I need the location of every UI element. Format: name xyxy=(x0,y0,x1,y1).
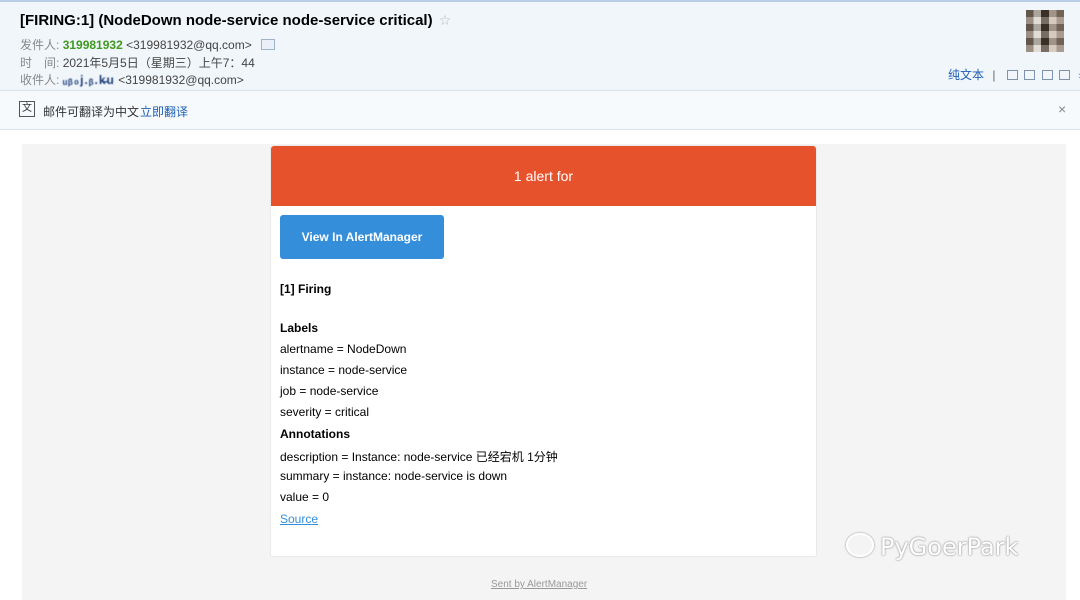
translate-bar: 文 邮件可翻译为中文 立即翻译 × xyxy=(0,91,1080,130)
translate-icon: 文 xyxy=(19,101,35,117)
alert-card: 1 alert for View In AlertManager [1] Fir… xyxy=(270,145,817,557)
watermark-text: PyGoerPark xyxy=(880,533,1019,561)
from-label: 发件人: xyxy=(20,38,60,52)
close-icon[interactable]: × xyxy=(1058,101,1066,117)
view-in-alertmanager-button[interactable]: View In AlertManager xyxy=(280,215,444,259)
toolbar-separator: | xyxy=(992,68,996,82)
label-line: instance = node-service xyxy=(280,363,408,377)
annotations-heading: Annotations xyxy=(280,427,350,441)
source-row: Source xyxy=(280,512,318,526)
print-preview-icon[interactable] xyxy=(1041,70,1053,80)
header-toolbar: 纯文本 | » xyxy=(948,66,1080,83)
time-label: 时 间: xyxy=(20,56,60,70)
label-line: job = node-service xyxy=(280,384,379,398)
label-line: alertname = NodeDown xyxy=(280,342,407,356)
translate-message: 邮件可翻译为中文 xyxy=(43,105,140,119)
annotation-line: value = 0 xyxy=(280,490,330,504)
label-line: severity = critical xyxy=(280,405,370,419)
labels-heading: Labels xyxy=(280,321,319,335)
alert-banner: 1 alert for xyxy=(271,146,816,206)
new-window-icon[interactable] xyxy=(1006,70,1018,80)
email-header: [FIRING:1] (NodeDown node-service node-s… xyxy=(0,2,1080,91)
contact-card-icon[interactable] xyxy=(261,39,276,50)
firing-title: [1] Firing xyxy=(280,282,332,296)
to-label: 收件人: xyxy=(20,73,60,87)
subject-text: [FIRING:1] (NodeDown node-service node-s… xyxy=(20,12,433,29)
annotation-line: summary = instance: node-service is down xyxy=(280,469,508,483)
recipient-address: <319981932@qq.com> xyxy=(118,73,244,87)
time-value: 2021年5月5日（星期三）上午7：44 xyxy=(62,56,255,70)
sender-name[interactable]: 319981932 xyxy=(63,38,123,52)
print-icon[interactable] xyxy=(1058,70,1070,80)
sender-address: <319981932@qq.com> xyxy=(126,38,252,52)
star-icon[interactable]: ☆ xyxy=(439,12,452,28)
watermark: PyGoerPark xyxy=(846,533,1018,561)
email-subject: [FIRING:1] (NodeDown node-service node-s… xyxy=(20,12,451,29)
translate-now-link[interactable]: 立即翻译 xyxy=(140,103,188,120)
from-row: 发件人: 319981932 <319981932@qq.com> xyxy=(20,36,276,53)
plain-text-link[interactable]: 纯文本 xyxy=(948,68,984,82)
time-row: 时 间: 2021年5月5日（星期三）上午7：44 xyxy=(20,54,255,71)
source-link[interactable]: Source xyxy=(280,512,318,526)
recipient-name[interactable]: ᵤᵦ₀j.ᵦ.k̶u xyxy=(63,73,115,87)
wechat-icon xyxy=(846,533,874,557)
sent-by-alertmanager-link[interactable]: Sent by AlertManager xyxy=(491,579,587,590)
copy-icon[interactable] xyxy=(1024,70,1036,80)
annotation-line: description = Instance: node-service 已经宕… xyxy=(280,450,558,464)
sender-avatar[interactable] xyxy=(1026,10,1064,52)
to-row: 收件人: ᵤᵦ₀j.ᵦ.k̶u <319981932@qq.com> xyxy=(20,71,244,88)
